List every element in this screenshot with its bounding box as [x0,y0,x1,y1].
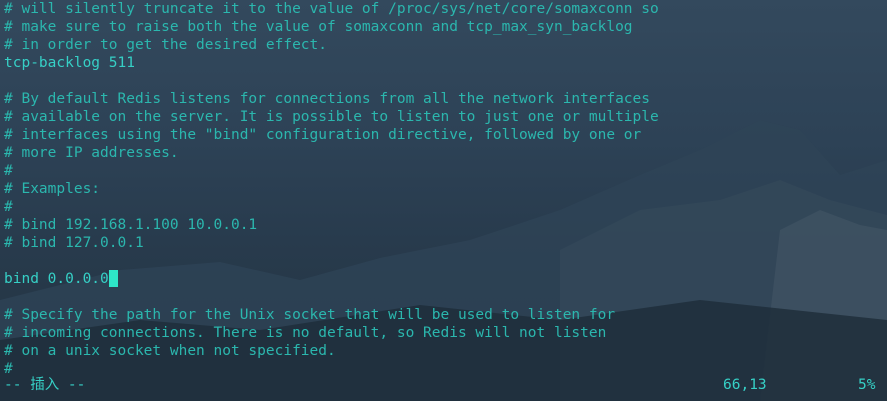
buffer-line-4: tcp-backlog 511 [4,55,135,71]
buffer-line-8: # interfaces using the "bind" configurat… [4,127,642,143]
buffer-line-3: # in order to get the desired effect. [4,37,328,53]
buffer-line-6: # By default Redis listens for connectio… [4,91,651,107]
buffer-line-18: # Specify the path for the Unix socket t… [4,307,616,323]
buffer-line-19: # incoming connections. There is no defa… [4,325,607,341]
buffer-line-14: # bind 127.0.0.1 [4,235,144,251]
text-cursor [108,270,118,287]
buffer-line-12: # [4,199,13,215]
cursor-position: 66,13 [723,377,767,393]
scroll-percent: 5% [858,377,876,393]
buffer-line-1: # will silently truncate it to the value… [4,1,659,17]
buffer-line-10: # [4,163,13,179]
buffer-line-13: # bind 192.168.1.100 10.0.0.1 [4,217,258,233]
buffer-line-2: # make sure to raise both the value of s… [4,19,633,35]
vim-editor[interactable]: # will silently truncate it to the value… [0,0,887,401]
buffer-line-7: # available on the server. It is possibl… [4,109,659,125]
mode-indicator: -- 插入 -- [4,377,86,393]
bind-directive-text: bind 0.0.0.0 [4,271,109,287]
buffer-line-9: # more IP addresses. [4,145,179,161]
buffer-line-11: # Examples: [4,181,101,197]
buffer-line-16[interactable]: bind 0.0.0.0 [4,270,118,288]
buffer-line-20: # on a unix socket when not specified. [4,343,336,359]
